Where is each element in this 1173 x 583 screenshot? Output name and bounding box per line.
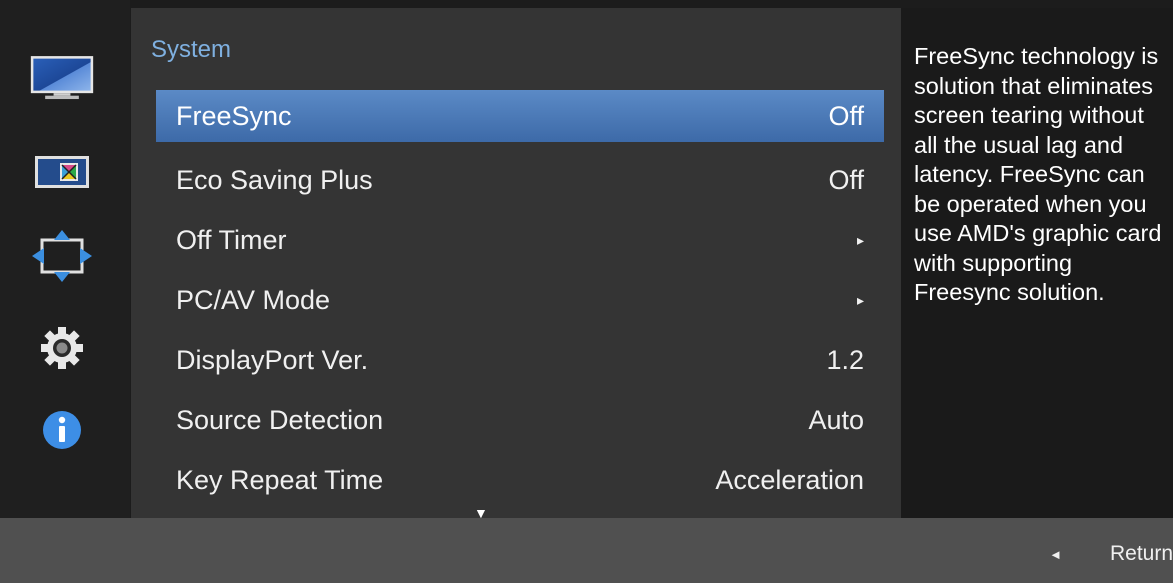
menu-item-displayport-ver[interactable]: DisplayPort Ver. 1.2 <box>156 330 884 390</box>
menu-item-value: Off <box>828 164 864 195</box>
submenu-arrow-icon: ▸ <box>856 231 864 248</box>
menu-item-value: Auto <box>808 404 864 435</box>
sidebar-item-color[interactable] <box>30 144 94 200</box>
return-label: Return <box>1109 542 1173 565</box>
sidebar-item-picture[interactable] <box>30 50 94 106</box>
menu-item-off-timer[interactable]: Off Timer ▸ <box>156 210 884 270</box>
sidebar-item-system[interactable] <box>30 320 94 376</box>
menu-item-label: DisplayPort Ver. <box>176 344 369 375</box>
help-text: FreeSync technology is solution that eli… <box>914 43 1162 305</box>
menu-item-value: Acceleration <box>715 464 864 495</box>
menu-item-pc-av-mode[interactable]: PC/AV Mode ▸ <box>156 270 884 330</box>
color-screen-icon <box>35 156 89 188</box>
menu-item-label: FreeSync <box>176 100 292 131</box>
menu-list: FreeSync Off Eco Saving Plus Off Off Tim… <box>156 90 884 510</box>
menu-item-source-detection[interactable]: Source Detection Auto <box>156 390 884 450</box>
monitor-picture-icon <box>30 56 94 100</box>
sidebar-item-size-position[interactable] <box>30 228 94 284</box>
info-icon <box>43 411 81 449</box>
menu-item-label: Key Repeat Time <box>176 464 384 495</box>
menu-item-label: PC/AV Mode <box>176 284 331 315</box>
help-panel: FreeSync technology is solution that eli… <box>901 8 1173 518</box>
menu-panel: System FreeSync Off Eco Saving Plus Off … <box>131 8 901 526</box>
menu-item-label: Source Detection <box>176 404 384 435</box>
left-arrow-icon: ◄ <box>1049 546 1062 562</box>
menu-item-freesync[interactable]: FreeSync Off <box>156 90 884 142</box>
menu-item-value: Off <box>828 100 864 131</box>
monitor-osd: System FreeSync Off Eco Saving Plus Off … <box>0 0 1173 583</box>
menu-item-value: 1.2 <box>826 344 864 375</box>
sidebar <box>0 0 130 518</box>
submenu-arrow-icon: ▸ <box>856 291 864 308</box>
menu-item-key-repeat-time[interactable]: Key Repeat Time Acceleration <box>156 450 884 510</box>
screen-size-icon <box>32 230 92 282</box>
return-button[interactable]: ◄ Return <box>1049 542 1173 566</box>
menu-item-label: Eco Saving Plus <box>176 164 373 195</box>
menu-item-label: Off Timer <box>176 224 287 255</box>
gear-icon <box>41 327 83 369</box>
menu-item-eco-saving-plus[interactable]: Eco Saving Plus Off <box>156 150 884 210</box>
bottom-bar: ◄ Return <box>0 518 1173 583</box>
sidebar-item-information[interactable] <box>30 402 94 458</box>
page-title: System <box>151 36 232 63</box>
